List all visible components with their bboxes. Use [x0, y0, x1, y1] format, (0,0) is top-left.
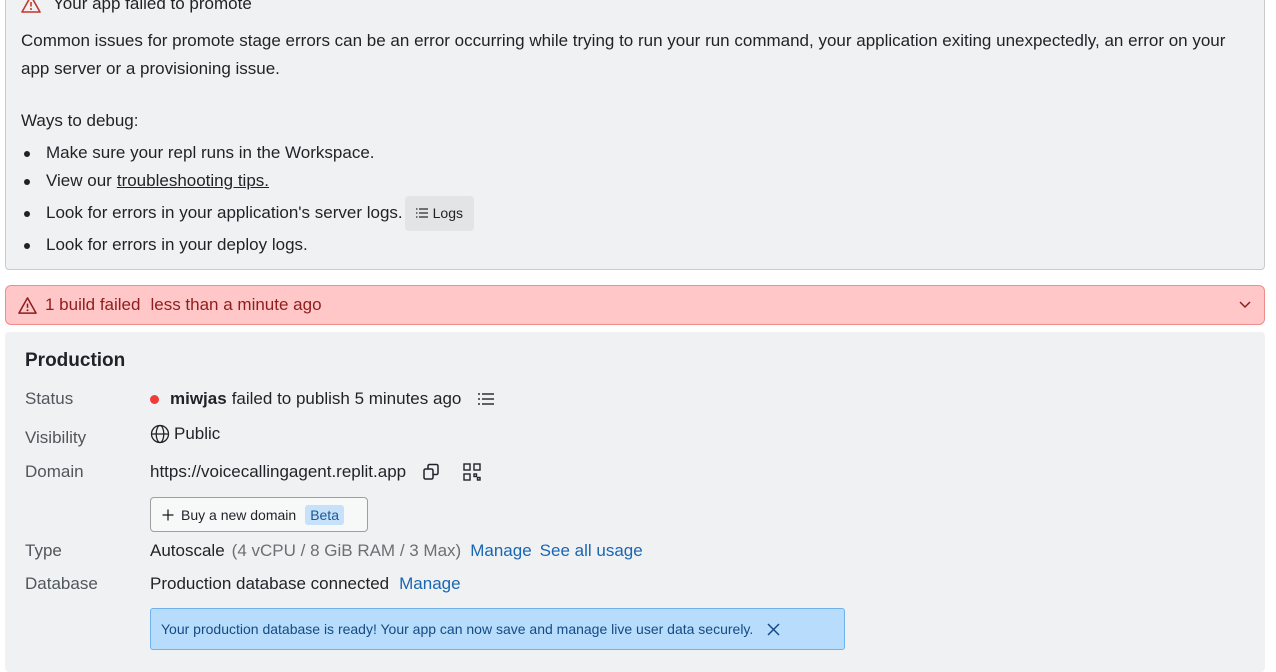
domain-value: https://voicecallingagent.replit.app — [150, 462, 482, 482]
domain-url[interactable]: https://voicecallingagent.replit.app — [150, 462, 406, 482]
domain-label: Domain — [25, 462, 84, 481]
type-text: Autoscale — [150, 541, 225, 560]
list-icon[interactable] — [476, 389, 496, 409]
database-label: Database — [25, 574, 98, 593]
globe-icon — [150, 424, 170, 444]
database-text: Production database connected — [150, 574, 390, 593]
debug-list: Make sure your repl runs in the Workspac… — [21, 139, 474, 259]
debug-item-text: View our — [46, 171, 112, 190]
status-value: miwjas failed to publish 5 minutes ago — [150, 389, 496, 409]
troubleshooting-link[interactable]: troubleshooting tips. — [117, 167, 269, 195]
logs-button-label: Logs — [432, 205, 463, 221]
status-text: failed to publish 5 minutes ago — [231, 389, 462, 408]
chevron-down-icon[interactable] — [1238, 297, 1252, 311]
status-dot — [150, 394, 159, 404]
visibility-label: Visibility — [25, 428, 87, 447]
debug-item: Look for errors in your deploy logs. — [21, 231, 474, 259]
status-label: Status — [25, 389, 74, 408]
promote-error-box: Your app failed to promote Common issues… — [5, 0, 1265, 270]
debug-item-text: Look for errors in your deploy logs. — [46, 235, 308, 254]
build-failed-count: 1 build failed — [45, 295, 141, 314]
production-title: Production — [25, 350, 126, 371]
error-title-row: Your app failed to promote — [21, 0, 252, 14]
warning-icon — [18, 296, 37, 314]
type-manage-link[interactable]: Manage — [470, 541, 531, 561]
production-panel: Production Status miwjas failed to publi… — [5, 332, 1265, 672]
type-value: Autoscale (4 vCPU / 8 GiB RAM / 3 Max) M… — [150, 541, 643, 561]
beta-badge: Beta — [305, 504, 344, 525]
type-spec: (4 vCPU / 8 GiB RAM / 3 Max) — [231, 541, 462, 560]
banner-message: Your production database is ready! Your … — [161, 621, 754, 637]
type-label: Type — [25, 541, 62, 560]
visibility-value: Public — [150, 424, 220, 444]
qr-code-icon[interactable] — [462, 462, 482, 482]
warning-icon — [21, 0, 41, 13]
see-usage-link[interactable]: See all usage — [540, 541, 643, 561]
debug-item-text: Look for errors in your application's se… — [46, 203, 403, 222]
logs-button[interactable]: Logs — [404, 195, 474, 231]
buy-domain-button[interactable]: Buy a new domain Beta — [150, 497, 368, 532]
debug-item: Make sure your repl runs in the Workspac… — [21, 139, 474, 167]
list-icon — [415, 208, 428, 218]
copy-icon[interactable] — [421, 462, 441, 482]
visibility-text: Public — [174, 424, 221, 443]
status-user: miwjas — [170, 389, 227, 408]
build-failed-time: less than a minute ago — [150, 295, 322, 314]
debug-title: Ways to debug: — [21, 111, 139, 130]
error-title: Your app failed to promote — [53, 0, 252, 13]
buy-domain-label: Buy a new domain — [181, 506, 297, 523]
error-description: Common issues for promote stage errors c… — [21, 31, 1226, 78]
debug-item: View our troubleshooting tips. — [21, 167, 474, 195]
close-icon[interactable] — [767, 622, 780, 636]
debug-item-text: Make sure your repl runs in the Workspac… — [46, 143, 375, 162]
database-value: Production database connected Manage — [150, 574, 461, 594]
database-ready-banner: Your production database is ready! Your … — [150, 608, 845, 650]
debug-item: Look for errors in your application's se… — [21, 195, 474, 231]
database-manage-link[interactable]: Manage — [399, 574, 460, 594]
build-failed-bar[interactable]: 1 build failed less than a minute ago — [5, 285, 1265, 325]
plus-icon — [162, 509, 174, 520]
